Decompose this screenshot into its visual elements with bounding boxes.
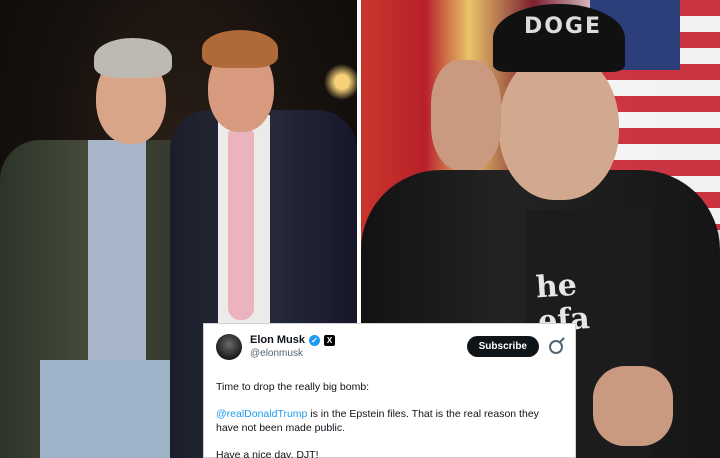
tweet-line: @realDonaldTrump is in the Epstein files… [216,407,563,435]
author-block: Elon Musk ✓ X @elonmusk [250,334,336,360]
hair [94,38,172,78]
hand [593,366,673,446]
tweet-line: Time to drop the really big bomb: [216,381,370,393]
jeans [40,360,180,458]
grok-icon[interactable] [549,340,563,354]
tweet-header: Elon Musk ✓ X @elonmusk Subscribe [216,334,563,366]
verified-badge-icon: ✓ [309,334,321,346]
tweet-line: Have a nice day, DJT! [216,449,319,458]
hair [202,30,278,68]
mention-link[interactable]: @realDonaldTrump [216,408,307,420]
author-handle[interactable]: @elonmusk [250,348,335,360]
name-row: Elon Musk ✓ X [250,334,336,346]
x-logo-icon: X [324,334,336,346]
author-name[interactable]: Elon Musk [250,334,305,346]
avatar[interactable] [216,334,242,360]
hand [431,60,501,170]
subscribe-button[interactable]: Subscribe [466,336,539,357]
face [499,50,619,200]
pink-tie [228,130,254,320]
tweet-body: Time to drop the really big bomb: @realD… [216,380,563,458]
cap-text: DOGE [523,14,603,39]
shirt [88,140,146,360]
tweet-card: Elon Musk ✓ X @elonmusk Subscribe Time t… [203,323,576,458]
